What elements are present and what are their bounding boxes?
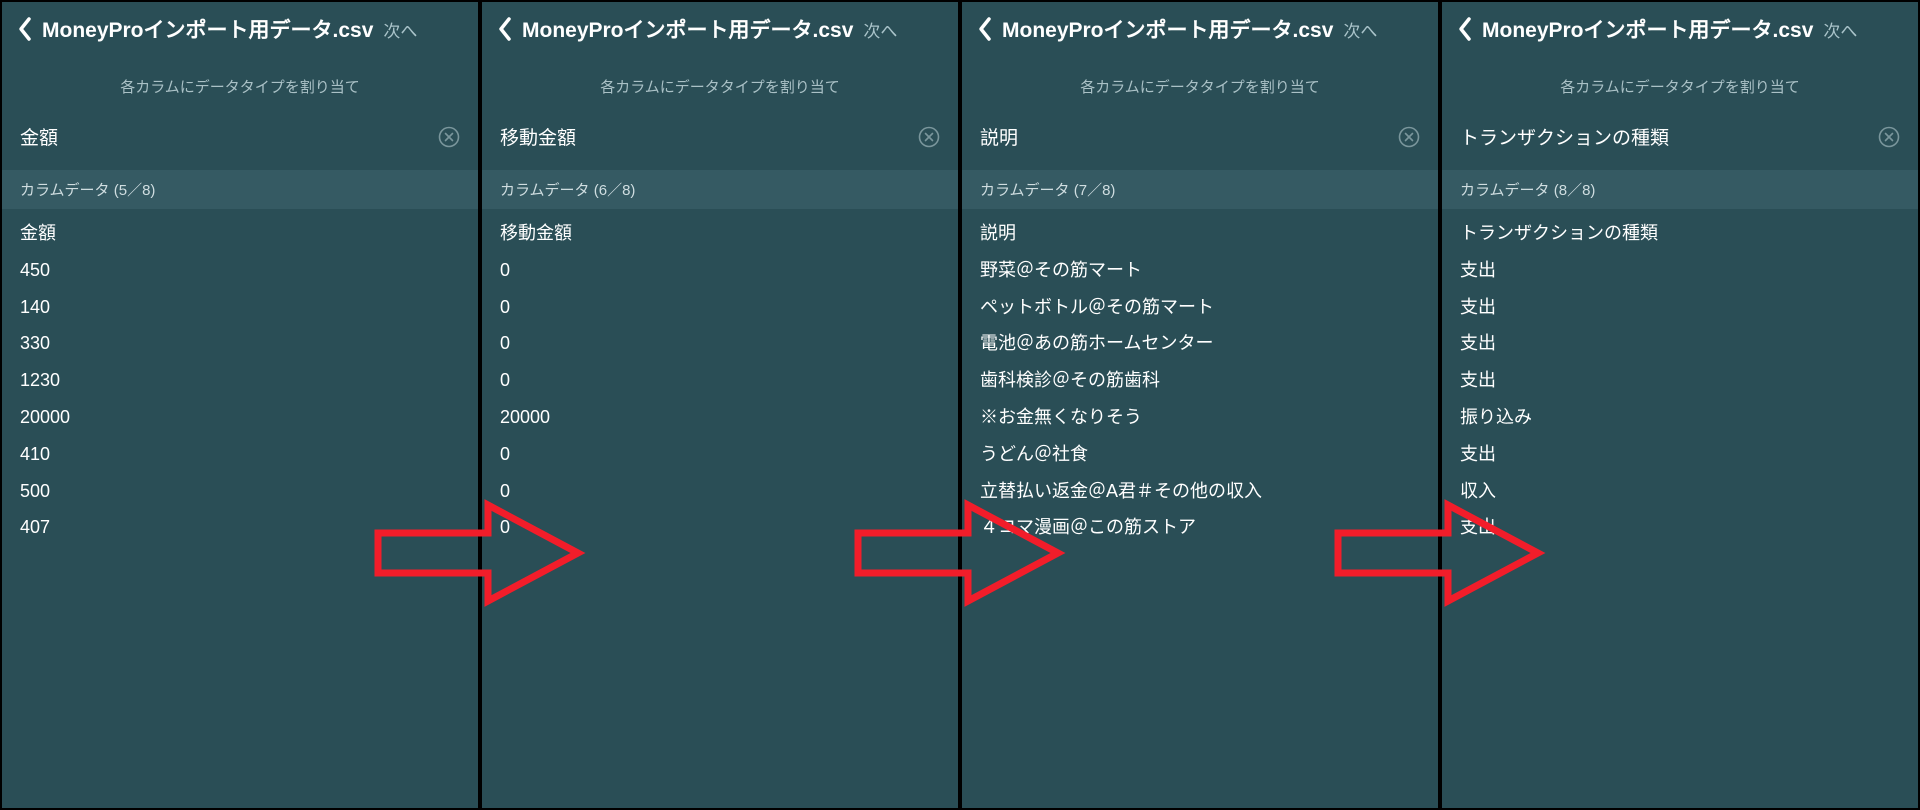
back-button[interactable]: [16, 15, 34, 43]
assign-type-subtitle: 各カラムにデータタイプを割り当て: [482, 58, 958, 117]
assign-type-subtitle: 各カラムにデータタイプを割り当て: [2, 58, 478, 117]
import-filename-title: MoneyProインポート用データ.csv: [42, 14, 373, 44]
list-item: 0: [482, 289, 958, 326]
list-item: 振り込み: [1442, 399, 1918, 436]
list-item: 0: [482, 362, 958, 399]
column-data-heading: カラムデータ (6／8): [482, 170, 958, 209]
clear-datatype-button[interactable]: [1878, 126, 1900, 148]
clear-datatype-button[interactable]: [438, 126, 460, 148]
import-column-panel: MoneyProインポート用データ.csv 次へ各カラムにデータタイプを割り当てト…: [1440, 0, 1920, 810]
import-column-panel: MoneyProインポート用データ.csv 次へ各カラムにデータタイプを割り当て説…: [960, 0, 1440, 810]
column-data-index: 5／8: [119, 182, 151, 199]
list-item: 140: [2, 289, 478, 326]
panel-header: MoneyProインポート用データ.csv 次へ: [1442, 2, 1918, 58]
list-item: 0: [482, 436, 958, 473]
back-button[interactable]: [1456, 15, 1474, 43]
panel-header: MoneyProインポート用データ.csv 次へ: [2, 2, 478, 58]
column-data-heading: カラムデータ (8／8): [1442, 170, 1918, 209]
import-column-panel: MoneyProインポート用データ.csv 次へ各カラムにデータタイプを割り当て移…: [480, 0, 960, 810]
list-item: 金額: [2, 215, 478, 252]
column-data-index: 8／8: [1559, 182, 1591, 199]
panel-header: MoneyProインポート用データ.csv 次へ: [482, 2, 958, 58]
list-item: 支出: [1442, 325, 1918, 362]
list-item: 407: [2, 509, 478, 546]
column-data-heading: カラムデータ (5／8): [2, 170, 478, 209]
list-item: 20000: [482, 399, 958, 436]
list-item: 500: [2, 473, 478, 510]
selected-datatype-label: 説明: [980, 123, 1398, 150]
back-button[interactable]: [976, 15, 994, 43]
list-item: 支出: [1442, 362, 1918, 399]
back-button[interactable]: [496, 15, 514, 43]
clear-icon: [1878, 126, 1900, 148]
list-item: 330: [2, 325, 478, 362]
clear-icon: [918, 126, 940, 148]
import-filename-title: MoneyProインポート用データ.csv: [1002, 14, 1333, 44]
selected-datatype-label: トランザクションの種類: [1460, 123, 1878, 150]
list-item: 電池＠あの筋ホームセンター: [962, 325, 1438, 362]
assign-type-subtitle: 各カラムにデータタイプを割り当て: [962, 58, 1438, 117]
clear-icon: [438, 126, 460, 148]
list-item: 支出: [1442, 289, 1918, 326]
list-item: 0: [482, 325, 958, 362]
column-data-heading: カラムデータ (7／8): [962, 170, 1438, 209]
column-data-prefix: カラムデータ: [20, 182, 110, 199]
list-item: 立替払い返金＠A君＃その他の収入: [962, 473, 1438, 510]
list-item: 450: [2, 252, 478, 289]
list-item: 20000: [2, 399, 478, 436]
chevron-left-icon: [976, 15, 994, 43]
chevron-left-icon: [496, 15, 514, 43]
datatype-selector-row[interactable]: 移動金額: [482, 117, 958, 160]
chevron-left-icon: [1456, 15, 1474, 43]
list-item: ４コマ漫画＠この筋ストア: [962, 509, 1438, 546]
list-item: 0: [482, 252, 958, 289]
list-item: 1230: [2, 362, 478, 399]
clear-datatype-button[interactable]: [918, 126, 940, 148]
column-data-prefix: カラムデータ: [1460, 182, 1550, 199]
list-item: うどん＠社食: [962, 436, 1438, 473]
chevron-left-icon: [16, 15, 34, 43]
column-data-list: 金額450140330123020000410500407: [2, 209, 478, 546]
list-item: 0: [482, 473, 958, 510]
list-item: ペットボトル＠その筋マート: [962, 289, 1438, 326]
column-data-index: 7／8: [1079, 182, 1111, 199]
column-data-index: 6／8: [599, 182, 631, 199]
list-item: 0: [482, 509, 958, 546]
import-filename-title: MoneyProインポート用データ.csv: [522, 14, 853, 44]
list-item: 収入: [1442, 473, 1918, 510]
datatype-selector-row[interactable]: 金額: [2, 117, 478, 160]
import-column-panel: MoneyProインポート用データ.csv 次へ各カラムにデータタイプを割り当て金…: [0, 0, 480, 810]
list-item: 支出: [1442, 436, 1918, 473]
column-data-prefix: カラムデータ: [500, 182, 590, 199]
list-item: 野菜＠その筋マート: [962, 252, 1438, 289]
datatype-selector-row[interactable]: 説明: [962, 117, 1438, 160]
clear-icon: [1398, 126, 1420, 148]
column-data-list: 移動金額000020000000: [482, 209, 958, 546]
list-item: 支出: [1442, 252, 1918, 289]
list-item: 説明: [962, 215, 1438, 252]
clear-datatype-button[interactable]: [1398, 126, 1420, 148]
list-item: 410: [2, 436, 478, 473]
datatype-selector-row[interactable]: トランザクションの種類: [1442, 117, 1918, 160]
column-data-list: 説明野菜＠その筋マートペットボトル＠その筋マート電池＠あの筋ホームセンター歯科検…: [962, 209, 1438, 546]
next-button[interactable]: 次へ: [1343, 17, 1377, 42]
import-filename-title: MoneyProインポート用データ.csv: [1482, 14, 1813, 44]
next-button[interactable]: 次へ: [383, 17, 417, 42]
list-item: 歯科検診＠その筋歯科: [962, 362, 1438, 399]
list-item: 支出: [1442, 509, 1918, 546]
assign-type-subtitle: 各カラムにデータタイプを割り当て: [1442, 58, 1918, 117]
column-data-list: トランザクションの種類支出支出支出支出振り込み支出収入支出: [1442, 209, 1918, 546]
list-item: トランザクションの種類: [1442, 215, 1918, 252]
list-item: ※お金無くなりそう: [962, 399, 1438, 436]
next-button[interactable]: 次へ: [1823, 17, 1857, 42]
list-item: 移動金額: [482, 215, 958, 252]
column-data-prefix: カラムデータ: [980, 182, 1070, 199]
next-button[interactable]: 次へ: [863, 17, 897, 42]
selected-datatype-label: 移動金額: [500, 123, 918, 150]
selected-datatype-label: 金額: [20, 123, 438, 150]
panel-header: MoneyProインポート用データ.csv 次へ: [962, 2, 1438, 58]
